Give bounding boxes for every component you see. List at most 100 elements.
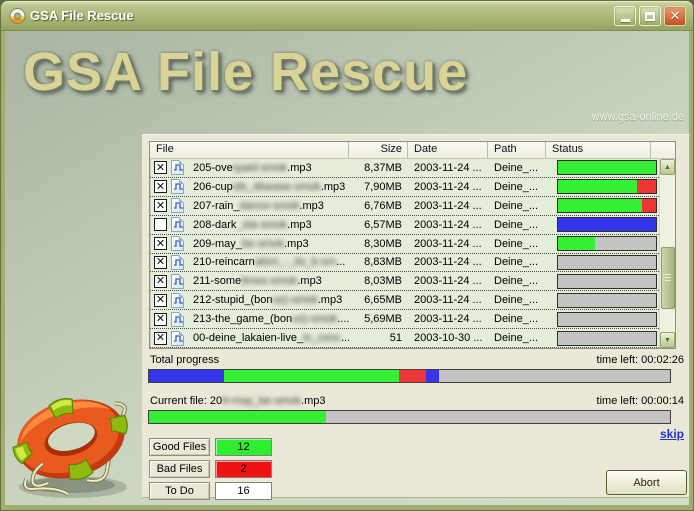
- progress-segment: [558, 218, 656, 231]
- file-name-suffix: .mp3: [287, 219, 311, 231]
- table-row[interactable]: ✕212-stupid_(bonus)-smok.mp36,65MB2003-1…: [150, 291, 659, 310]
- file-name-prefix: 206-cup: [193, 181, 233, 193]
- file-cell: ✕206-cupids_disease-smok.mp3: [150, 179, 349, 194]
- minimize-icon: [621, 19, 630, 22]
- file-checkbox[interactable]: ✕: [154, 313, 167, 326]
- scrollbar[interactable]: ▲ ▼: [659, 159, 675, 348]
- file-checkbox[interactable]: ✕: [154, 294, 167, 307]
- status-bar: [557, 255, 657, 270]
- table-row[interactable]: ✕213-the_game_(bonus)-smok....5,69MB2003…: [150, 310, 659, 329]
- audio-file-icon: [171, 179, 184, 194]
- app-window: GSA File Rescue ✕ GSA File Rescue www.gs…: [0, 0, 694, 511]
- file-checkbox[interactable]: ✕: [154, 237, 167, 250]
- scrollbar-track[interactable]: [660, 175, 675, 332]
- file-checkbox[interactable]: ✕: [154, 275, 167, 288]
- progress-segment: [326, 411, 670, 423]
- main-panel: FileSizeDatePathStatus ✕205-overpaid-smo…: [142, 134, 690, 498]
- column-header-date[interactable]: Date: [408, 142, 488, 158]
- file-cell: ✕209-may_be-smok.mp3: [150, 236, 349, 251]
- file-date: 2003-11-24 ...: [408, 162, 488, 174]
- status-bar: [557, 274, 657, 289]
- file-path: Deine_...: [488, 275, 546, 287]
- scroll-down-button[interactable]: ▼: [660, 332, 675, 348]
- window-body: GSA File Rescue www.gsa-online.de: [5, 31, 689, 505]
- scrollbar-thumb[interactable]: [661, 247, 675, 309]
- audio-file-icon: [171, 217, 184, 232]
- minimize-button[interactable]: [614, 6, 636, 26]
- audio-file-icon: [171, 293, 184, 308]
- column-header-size[interactable]: Size: [349, 142, 408, 158]
- table-row[interactable]: ✕211-sometimes-smok.mp38,03MB2003-11-24 …: [150, 272, 659, 291]
- file-name: 207-rain_dance-smok.mp3: [193, 200, 324, 212]
- file-size: 5,69MB: [349, 313, 408, 325]
- status-bar: [557, 160, 657, 175]
- current-file-label: Current file: 209-may_be-smok.mp3: [150, 395, 325, 407]
- total-progress-label: Total progress: [150, 354, 219, 366]
- file-name-blurred: ation_-_its_b-sm: [255, 256, 336, 268]
- file-list: FileSizeDatePathStatus ✕205-overpaid-smo…: [149, 141, 676, 349]
- file-checkbox[interactable]: ✕: [154, 332, 167, 345]
- audio-file-icon: [171, 255, 184, 270]
- bad-files-label[interactable]: Bad Files: [149, 460, 210, 478]
- progress-segment: [149, 370, 224, 382]
- table-row[interactable]: ✕210-reincarnation_-_its_b-sm...8,83MB20…: [150, 254, 659, 273]
- column-header-file[interactable]: File: [150, 142, 349, 158]
- file-checkbox[interactable]: ✕: [154, 180, 167, 193]
- close-button[interactable]: ✕: [664, 6, 686, 26]
- scroll-up-button[interactable]: ▲: [660, 159, 675, 175]
- status-bar: [557, 293, 657, 308]
- table-row[interactable]: ✕205-overpaid-smok.mp38,37MB2003-11-24 .…: [150, 159, 659, 178]
- column-header-status[interactable]: Status: [546, 142, 651, 158]
- file-checkbox[interactable]: ✕: [154, 256, 167, 269]
- lifebuoy-icon: [7, 381, 141, 505]
- maximize-icon: [645, 12, 655, 21]
- table-row[interactable]: ✕207-rain_dance-smok.mp36,76MB2003-11-24…: [150, 197, 659, 216]
- file-cell: ✕00-deine_lakaien-live_in_conc...: [150, 331, 349, 346]
- status-bar: [557, 331, 657, 346]
- close-icon: ✕: [670, 8, 681, 24]
- file-name-prefix: 00-deine_lakaien-live_: [193, 332, 303, 344]
- skip-link[interactable]: skip: [660, 427, 684, 441]
- file-date: 2003-11-24 ...: [408, 294, 488, 306]
- file-date: 2003-11-24 ...: [408, 275, 488, 287]
- status-cell: [546, 179, 659, 194]
- good-files-label[interactable]: Good Files: [149, 438, 210, 456]
- file-checkbox[interactable]: ✕: [154, 161, 167, 174]
- file-path: Deine_...: [488, 219, 546, 231]
- audio-file-icon: [171, 331, 184, 346]
- table-row[interactable]: ✕209-may_be-smok.mp38,30MB2003-11-24 ...…: [150, 235, 659, 254]
- progress-segment: [439, 370, 670, 382]
- file-size: 51: [349, 332, 408, 344]
- file-size: 8,03MB: [349, 275, 408, 287]
- hero-title: GSA File Rescue: [23, 41, 468, 103]
- file-name-blurred: ids_disease-smok: [233, 181, 321, 193]
- current-progress-bar: [148, 410, 671, 424]
- table-row[interactable]: ✕00-deine_lakaien-live_in_conc...512003-…: [150, 329, 659, 348]
- file-path: Deine_...: [488, 256, 546, 268]
- file-name-prefix: 205-ove: [193, 162, 233, 174]
- status-cell: [546, 160, 659, 175]
- file-size: 8,83MB: [349, 256, 408, 268]
- table-row[interactable]: 208-dark_sta-smok.mp36,57MB2003-11-24 ..…: [150, 216, 659, 235]
- maximize-button[interactable]: [639, 6, 661, 26]
- file-name-prefix: 208-dark: [193, 219, 236, 231]
- file-checkbox[interactable]: ✕: [154, 199, 167, 212]
- file-cell: ✕212-stupid_(bonus)-smok.mp3: [150, 293, 349, 308]
- status-cell: [546, 274, 659, 289]
- current-time-left: time left: 00:00:14: [597, 395, 684, 407]
- column-header-path[interactable]: Path: [488, 142, 546, 158]
- file-name-prefix: 213-the_game_(bon: [193, 313, 292, 325]
- progress-segment: [558, 199, 642, 212]
- file-cell: ✕213-the_game_(bonus)-smok....: [150, 312, 349, 327]
- file-size: 8,30MB: [349, 238, 408, 250]
- to-do-label[interactable]: To Do: [149, 482, 210, 500]
- status-bar: [557, 236, 657, 251]
- file-checkbox[interactable]: [154, 218, 167, 231]
- table-row[interactable]: ✕206-cupids_disease-smok.mp37,90MB2003-1…: [150, 178, 659, 197]
- file-date: 2003-11-24 ...: [408, 313, 488, 325]
- file-date: 2003-11-24 ...: [408, 238, 488, 250]
- abort-button[interactable]: Abort: [606, 470, 687, 495]
- status-cell: [546, 331, 659, 346]
- titlebar[interactable]: GSA File Rescue ✕: [1, 1, 693, 31]
- bad-files-value: 2: [215, 460, 272, 478]
